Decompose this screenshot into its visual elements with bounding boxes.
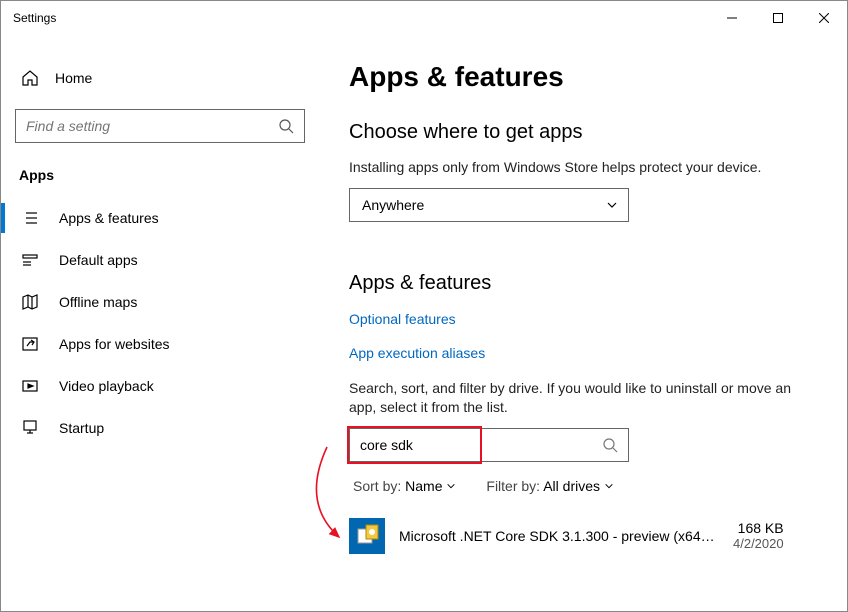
filter-desc: Search, sort, and filter by drive. If yo… bbox=[349, 379, 817, 418]
maximize-button[interactable] bbox=[755, 2, 801, 34]
app-list-item[interactable]: Microsoft .NET Core SDK 3.1.300 - previe… bbox=[349, 514, 817, 558]
sidebar-item-label: Apps for websites bbox=[59, 336, 170, 352]
section-label: Apps bbox=[15, 167, 305, 183]
map-icon bbox=[21, 293, 39, 311]
link-icon bbox=[21, 335, 39, 353]
window-title: Settings bbox=[13, 11, 56, 25]
sidebar-item-video-playback[interactable]: Video playback bbox=[15, 365, 305, 407]
chevron-down-icon bbox=[606, 199, 618, 211]
source-heading: Choose where to get apps bbox=[349, 121, 817, 144]
main-panel: Apps & features Choose where to get apps… bbox=[319, 35, 847, 611]
sort-value: Name bbox=[405, 478, 442, 494]
sidebar-item-label: Video playback bbox=[59, 378, 154, 394]
sidebar-item-apps-features[interactable]: Apps & features bbox=[15, 197, 305, 239]
optional-features-link[interactable]: Optional features bbox=[349, 311, 817, 327]
find-setting-input[interactable] bbox=[26, 118, 278, 134]
startup-icon bbox=[21, 419, 39, 437]
chevron-down-icon bbox=[446, 478, 456, 494]
app-size: 168 KB bbox=[733, 520, 784, 536]
app-name: Microsoft .NET Core SDK 3.1.300 - previe… bbox=[399, 528, 719, 544]
installer-icon bbox=[349, 518, 385, 554]
chevron-down-icon bbox=[604, 478, 614, 494]
sidebar: Home Apps Apps & features Default apps bbox=[1, 35, 319, 611]
app-source-select[interactable]: Anywhere bbox=[349, 188, 629, 222]
filter-label: Filter by: bbox=[486, 478, 540, 494]
sort-label: Sort by: bbox=[353, 478, 401, 494]
window-controls bbox=[709, 2, 847, 34]
video-icon bbox=[21, 377, 39, 395]
app-search-input[interactable] bbox=[360, 437, 602, 453]
filter-value: All drives bbox=[543, 478, 600, 494]
app-date: 4/2/2020 bbox=[733, 536, 784, 551]
home-icon bbox=[21, 69, 39, 87]
sidebar-item-label: Offline maps bbox=[59, 294, 137, 310]
sort-filter-row: Sort by: Name Filter by: All drives bbox=[349, 478, 817, 494]
list-icon bbox=[21, 209, 39, 227]
close-button[interactable] bbox=[801, 2, 847, 34]
home-nav[interactable]: Home bbox=[15, 61, 305, 95]
sidebar-item-default-apps[interactable]: Default apps bbox=[15, 239, 305, 281]
sidebar-item-label: Apps & features bbox=[59, 210, 159, 226]
app-aliases-link[interactable]: App execution aliases bbox=[349, 345, 817, 361]
source-desc: Installing apps only from Windows Store … bbox=[349, 158, 817, 178]
app-search-box[interactable] bbox=[349, 428, 629, 462]
app-source-value: Anywhere bbox=[362, 197, 424, 213]
sidebar-item-label: Default apps bbox=[59, 252, 138, 268]
titlebar: Settings bbox=[1, 1, 847, 35]
sidebar-item-startup[interactable]: Startup bbox=[15, 407, 305, 449]
defaults-icon bbox=[21, 251, 39, 269]
app-meta: 168 KB 4/2/2020 bbox=[733, 520, 784, 551]
sort-by-control[interactable]: Sort by: Name bbox=[353, 478, 456, 494]
sidebar-item-offline-maps[interactable]: Offline maps bbox=[15, 281, 305, 323]
find-setting-box[interactable] bbox=[15, 109, 305, 143]
sidebar-item-label: Startup bbox=[59, 420, 104, 436]
af-heading: Apps & features bbox=[349, 272, 817, 295]
sidebar-item-apps-websites[interactable]: Apps for websites bbox=[15, 323, 305, 365]
filter-by-control[interactable]: Filter by: All drives bbox=[486, 478, 614, 494]
search-icon bbox=[278, 118, 294, 134]
search-icon bbox=[602, 437, 618, 453]
minimize-button[interactable] bbox=[709, 2, 755, 34]
page-title: Apps & features bbox=[349, 61, 817, 93]
home-label: Home bbox=[55, 70, 92, 86]
